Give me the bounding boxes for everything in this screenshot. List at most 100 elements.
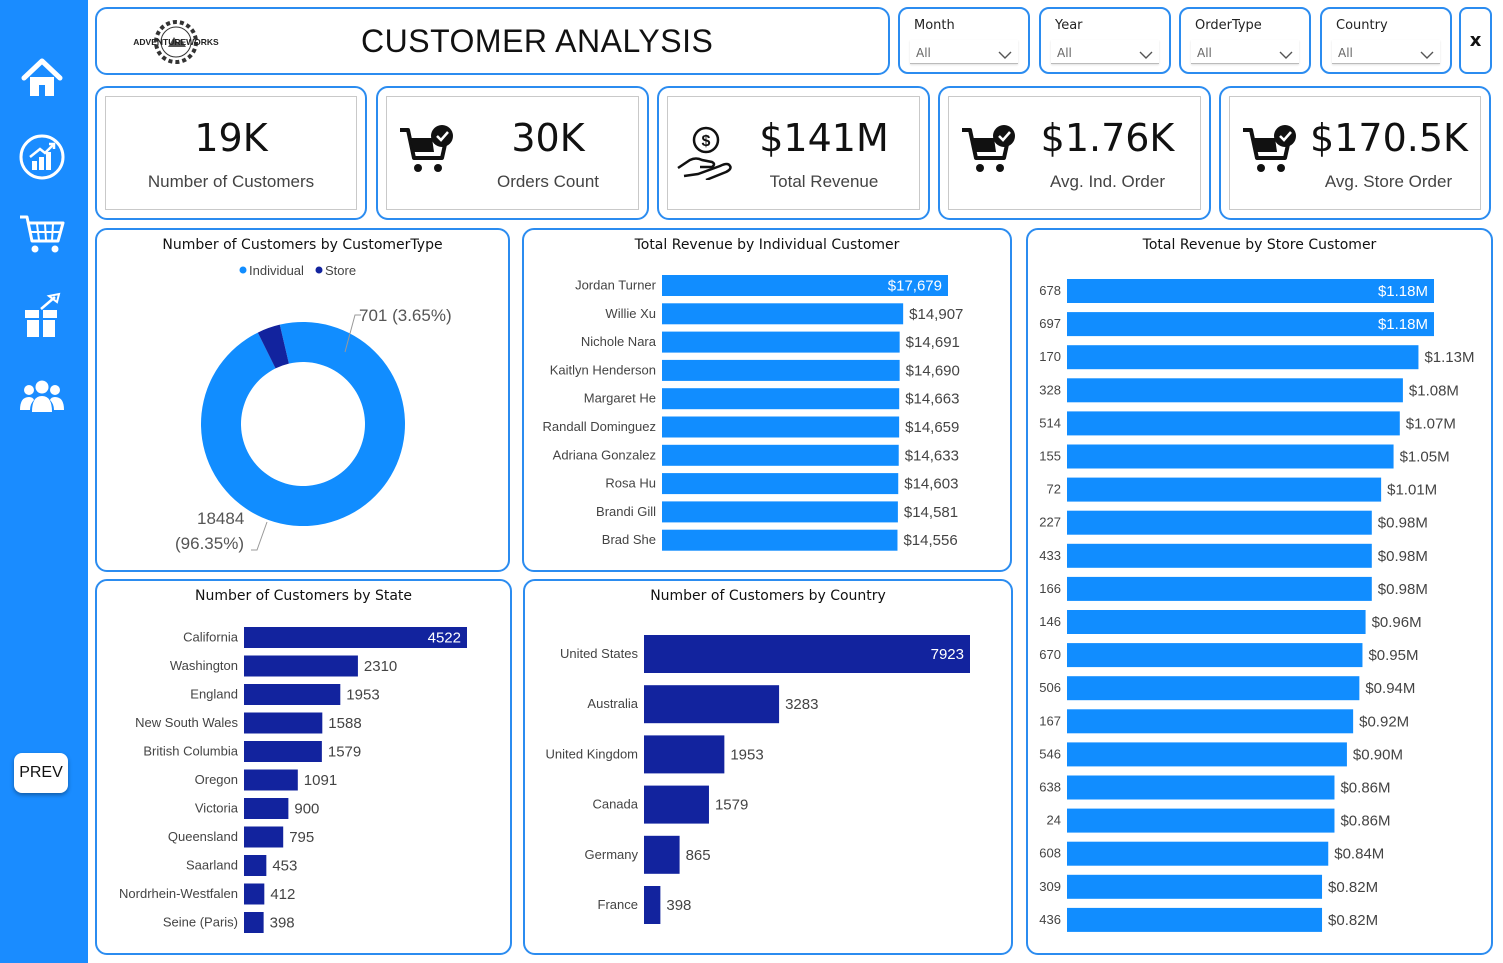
data-label: $0.95M bbox=[1368, 647, 1418, 664]
kpi-card-avg-store-order: $170.5K Avg. Store Order bbox=[1219, 86, 1491, 220]
category-label: 670 bbox=[1039, 647, 1061, 662]
clear-filters-button[interactable]: x bbox=[1459, 7, 1492, 74]
data-label: $0.96M bbox=[1372, 614, 1422, 631]
data-label: 1953 bbox=[730, 746, 763, 763]
data-label: $14,690 bbox=[906, 362, 960, 379]
kpi-value: 19K bbox=[194, 116, 268, 160]
slicer-month-dropdown[interactable]: All bbox=[910, 40, 1018, 64]
category-label: Canada bbox=[592, 797, 638, 812]
page-title: CUSTOMER ANALYSIS bbox=[361, 23, 714, 59]
bar bbox=[244, 826, 284, 848]
slicer-year-dropdown[interactable]: All bbox=[1051, 40, 1159, 64]
country-panel: Number of Customers by Country United St… bbox=[523, 579, 1013, 955]
cart-icon[interactable] bbox=[16, 208, 68, 260]
data-label: $14,633 bbox=[905, 447, 959, 464]
data-label: 1579 bbox=[328, 744, 361, 761]
cart-check-icon bbox=[960, 124, 1018, 182]
kpi-value: $141M bbox=[759, 116, 889, 160]
category-label: Kaitlyn Henderson bbox=[550, 362, 656, 377]
slicer-ordertype-label: OrderType bbox=[1195, 18, 1262, 33]
chevron-down-icon bbox=[998, 45, 1012, 64]
slicer-country-label: Country bbox=[1336, 18, 1388, 33]
data-label: $14,907 bbox=[909, 306, 963, 323]
data-label: $0.98M bbox=[1378, 548, 1428, 565]
data-label: 18484 bbox=[197, 509, 244, 528]
category-label: 227 bbox=[1039, 515, 1061, 530]
bar bbox=[1067, 742, 1347, 767]
bar bbox=[244, 798, 289, 819]
chart-title: Number of Customers by State bbox=[194, 588, 413, 604]
prev-button[interactable]: PREV bbox=[14, 753, 68, 793]
bar bbox=[1067, 411, 1400, 436]
gift-icon[interactable] bbox=[16, 290, 68, 342]
category-label: Saarland bbox=[186, 858, 238, 873]
data-label: $0.90M bbox=[1353, 746, 1403, 763]
category-label: 546 bbox=[1039, 746, 1061, 761]
bar bbox=[1067, 907, 1323, 932]
category-label: Randall Dominguez bbox=[543, 419, 656, 434]
data-label: $1.18M bbox=[1378, 283, 1428, 300]
data-label: 865 bbox=[686, 847, 711, 864]
bar bbox=[1067, 841, 1329, 866]
bar bbox=[644, 685, 780, 724]
bar bbox=[244, 655, 358, 677]
bar bbox=[644, 835, 680, 874]
sales-chart-icon[interactable] bbox=[16, 131, 68, 183]
data-label: $0.94M bbox=[1365, 680, 1415, 697]
bar bbox=[244, 712, 323, 734]
category-label: 166 bbox=[1039, 581, 1061, 596]
users-icon[interactable] bbox=[16, 370, 68, 422]
category-label: 328 bbox=[1039, 382, 1061, 397]
category-label: Willie Xu bbox=[605, 306, 656, 321]
category-label: England bbox=[190, 687, 238, 702]
bar bbox=[644, 635, 970, 673]
slicer-country-dropdown[interactable]: All bbox=[1332, 40, 1440, 64]
data-label: 398 bbox=[666, 897, 691, 914]
data-label: $1.05M bbox=[1400, 449, 1450, 466]
bar bbox=[1067, 709, 1354, 734]
kpi-card-orders: 30K Orders Count bbox=[376, 86, 649, 220]
slicer-month[interactable]: Month All bbox=[898, 7, 1030, 74]
data-label: $17,679 bbox=[888, 278, 942, 295]
bar bbox=[1067, 477, 1382, 502]
data-label: 1579 bbox=[715, 797, 748, 814]
data-label: 1953 bbox=[346, 687, 379, 704]
legend-label: Individual bbox=[249, 263, 304, 278]
header-card: ADVENTUREWORKS CUSTOMER ANALYSIS bbox=[95, 7, 890, 75]
category-label: 72 bbox=[1047, 482, 1061, 497]
leader-line bbox=[251, 521, 268, 551]
state-chart: California 4522 Washington 2310 England 1953 N… bbox=[119, 627, 467, 933]
data-label: 453 bbox=[272, 858, 297, 875]
data-label: $0.82M bbox=[1328, 879, 1378, 896]
category-label: 514 bbox=[1039, 415, 1061, 430]
logo-text: ADVENTUREWORKS bbox=[133, 37, 219, 47]
bar bbox=[1067, 610, 1366, 634]
category-label: Jordan Turner bbox=[575, 278, 657, 293]
legend-marker bbox=[239, 266, 247, 274]
kpi-label: Number of Customers bbox=[147, 172, 315, 191]
slicer-ordertype-dropdown[interactable]: All bbox=[1191, 40, 1299, 64]
bar bbox=[244, 855, 267, 876]
slicer-month-label: Month bbox=[914, 18, 955, 33]
data-label: 4522 bbox=[428, 630, 461, 647]
bar bbox=[662, 331, 900, 353]
data-label: $0.82M bbox=[1328, 912, 1378, 929]
chevron-down-icon bbox=[1139, 45, 1153, 64]
legend-label: Store bbox=[325, 263, 356, 278]
slicer-year-value: All bbox=[1057, 46, 1072, 60]
home-icon[interactable] bbox=[16, 52, 68, 104]
data-label: 3283 bbox=[785, 696, 818, 713]
bar bbox=[244, 684, 341, 705]
kpi-label: Total Revenue bbox=[769, 172, 879, 191]
chart-title: Total Revenue by Individual Customer bbox=[634, 237, 900, 253]
kpi-label: Orders Count bbox=[496, 172, 600, 191]
slicer-year[interactable]: Year All bbox=[1039, 7, 1171, 74]
slicer-ordertype[interactable]: OrderType All bbox=[1179, 7, 1311, 74]
data-label: $14,691 bbox=[906, 334, 960, 351]
slicer-country[interactable]: Country All bbox=[1320, 7, 1452, 74]
data-label: 1588 bbox=[328, 715, 361, 732]
dashboard-root: PREV ADVENTUREWORKS CUSTOMER ANALYSIS Mo… bbox=[0, 0, 1503, 963]
data-label: $1.01M bbox=[1387, 482, 1437, 499]
individual-revenue-panel: Total Revenue by Individual Customer Jor… bbox=[522, 228, 1012, 572]
category-label: Brandi Gill bbox=[596, 504, 656, 519]
